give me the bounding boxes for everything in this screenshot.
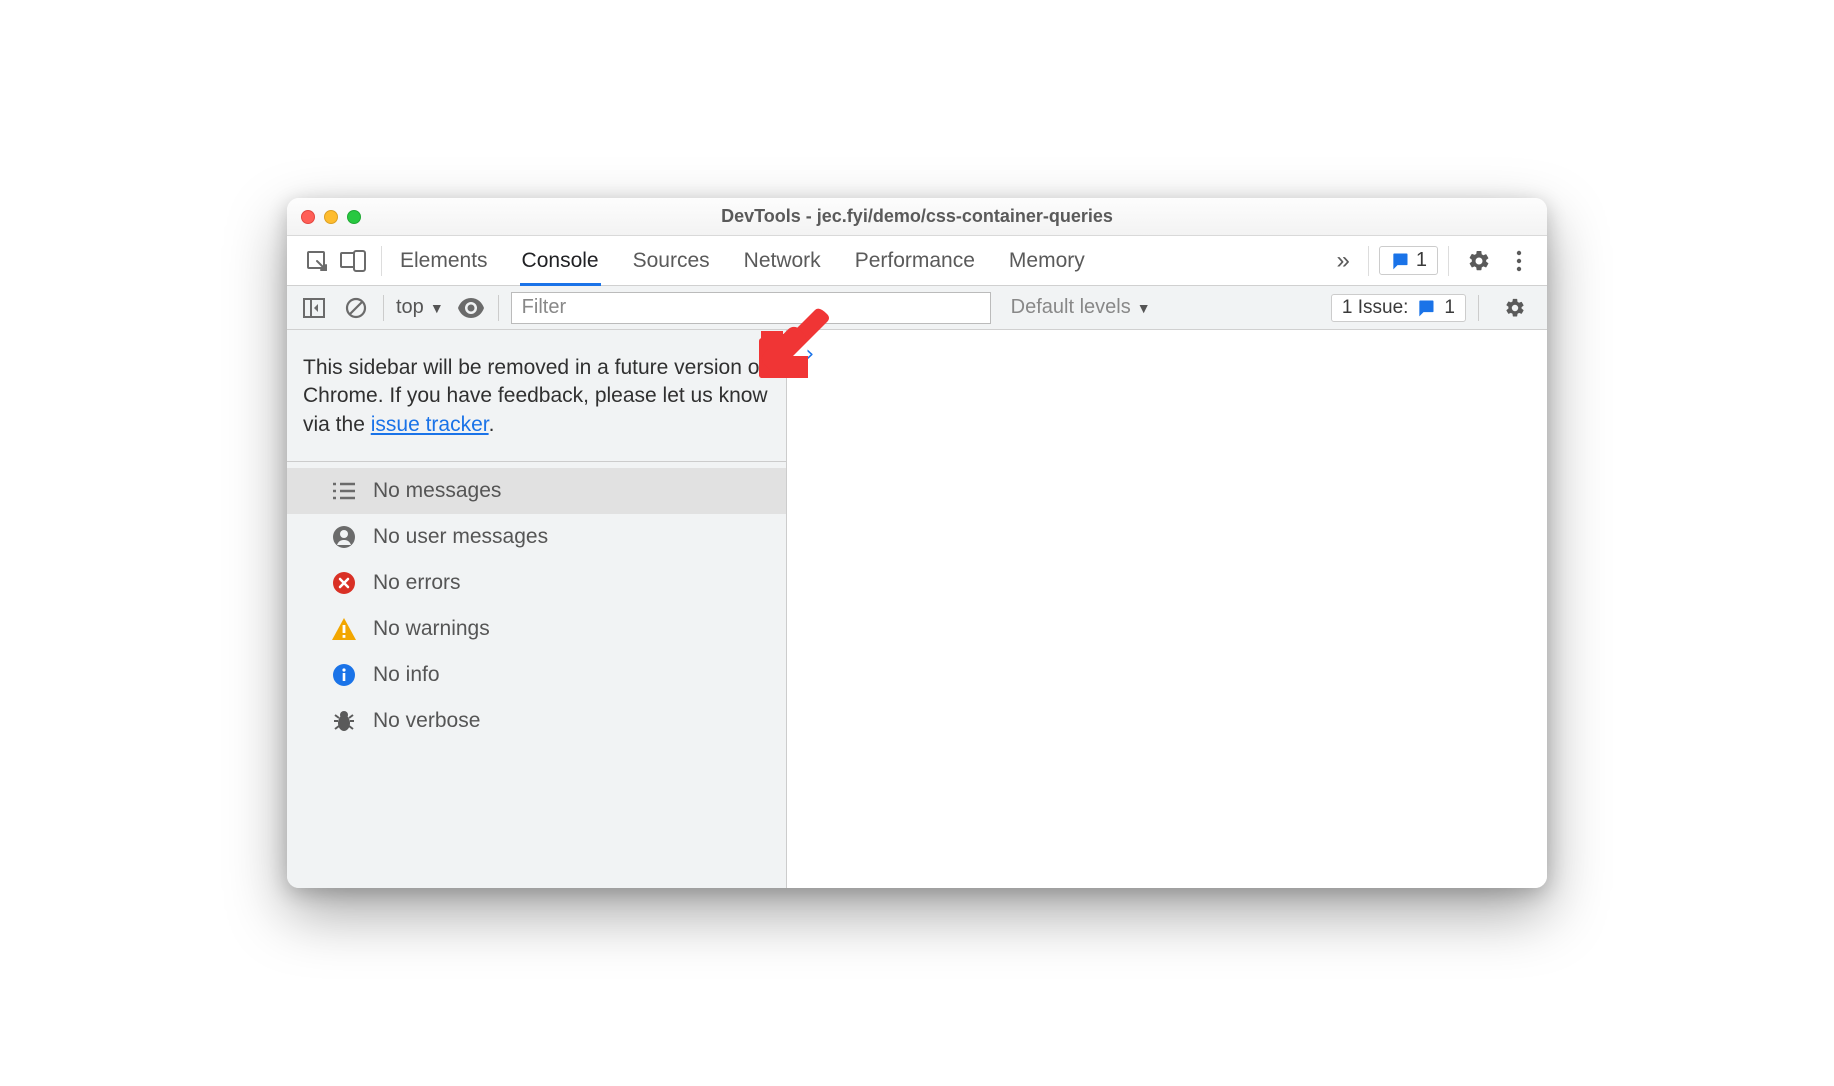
tab-sources[interactable]: Sources	[633, 236, 710, 285]
deprecation-tail: .	[489, 413, 495, 436]
tab-label: Console	[522, 249, 599, 273]
tabs-list: Elements Console Sources Network Perform…	[400, 236, 1085, 285]
error-icon	[331, 570, 357, 596]
console-prompt: ›	[803, 342, 816, 367]
sidebar-toggle-icon	[303, 298, 325, 318]
separator	[1448, 246, 1449, 276]
console-sidebar: This sidebar will be removed in a future…	[287, 330, 787, 888]
tab-memory[interactable]: Memory	[1009, 236, 1085, 285]
filter-label: No verbose	[373, 709, 480, 733]
sidebar-filter-warnings[interactable]: No warnings	[287, 606, 786, 652]
context-label: top	[396, 296, 424, 319]
separator	[1478, 295, 1479, 321]
overflow-glyph: »	[1337, 247, 1350, 274]
tab-label: Performance	[855, 249, 975, 273]
window-title: DevTools - jec.fyi/demo/css-container-qu…	[287, 206, 1547, 227]
user-icon	[331, 524, 357, 550]
tab-label: Memory	[1009, 249, 1085, 273]
minimize-window-button[interactable]	[324, 210, 338, 224]
traffic-lights	[301, 210, 361, 224]
console-toolbar: top ▼ Default levels ▼ 1 Issue: 1	[287, 286, 1547, 330]
issues-badge[interactable]: 1 Issue: 1	[1331, 294, 1466, 322]
close-window-button[interactable]	[301, 210, 315, 224]
chevron-down-icon: ▼	[1137, 300, 1151, 316]
issue-tracker-link[interactable]: issue tracker	[371, 413, 489, 436]
filter-label: No user messages	[373, 525, 548, 549]
sidebar-filter-verbose[interactable]: No verbose	[287, 698, 786, 744]
sidebar-filter-errors[interactable]: No errors	[287, 560, 786, 606]
sidebar-filter-list: No messages No user messages No errors	[287, 462, 786, 744]
tab-label: Elements	[400, 249, 488, 273]
more-options-button[interactable]	[1499, 249, 1539, 273]
settings-button[interactable]	[1459, 249, 1499, 273]
filter-label: No messages	[373, 479, 501, 503]
tab-label: Sources	[633, 249, 710, 273]
gear-icon	[1504, 297, 1526, 319]
separator	[381, 246, 382, 276]
tab-console[interactable]: Console	[522, 236, 599, 285]
console-output[interactable]: ›	[787, 330, 1547, 888]
sidebar-filter-messages[interactable]: No messages	[287, 468, 786, 514]
message-icon	[1416, 298, 1436, 318]
filter-input[interactable]	[511, 292, 991, 324]
list-icon	[331, 478, 357, 504]
filter-label: No errors	[373, 571, 461, 595]
gear-icon	[1467, 249, 1491, 273]
message-count: 1	[1416, 249, 1427, 272]
info-icon	[331, 662, 357, 688]
levels-dropdown[interactable]: Default levels ▼	[1011, 296, 1151, 319]
device-toggle-button[interactable]	[335, 243, 371, 279]
tab-network[interactable]: Network	[744, 236, 821, 285]
context-dropdown[interactable]: top ▼	[396, 296, 444, 319]
warning-icon	[331, 616, 357, 642]
sidebar-filter-info[interactable]: No info	[287, 652, 786, 698]
sidebar-filter-user-messages[interactable]: No user messages	[287, 514, 786, 560]
titlebar: DevTools - jec.fyi/demo/css-container-qu…	[287, 198, 1547, 236]
toggle-sidebar-button[interactable]	[299, 293, 329, 323]
clear-icon	[345, 297, 367, 319]
levels-label: Default levels	[1011, 296, 1131, 319]
content-area: This sidebar will be removed in a future…	[287, 330, 1547, 888]
bug-icon	[331, 708, 357, 734]
messages-badge[interactable]: 1	[1379, 246, 1438, 275]
tab-label: Network	[744, 249, 821, 273]
separator	[1368, 246, 1369, 276]
eye-icon	[458, 298, 484, 318]
separator	[498, 295, 499, 321]
filter-label: No info	[373, 663, 440, 687]
chevron-down-icon: ▼	[430, 300, 444, 316]
tab-elements[interactable]: Elements	[400, 236, 488, 285]
issues-label: 1 Issue:	[1342, 297, 1409, 319]
sidebar-deprecation-notice: This sidebar will be removed in a future…	[287, 330, 786, 462]
live-expression-button[interactable]	[456, 293, 486, 323]
main-tabbar: Elements Console Sources Network Perform…	[287, 236, 1547, 286]
separator	[383, 295, 384, 321]
tab-performance[interactable]: Performance	[855, 236, 975, 285]
clear-console-button[interactable]	[341, 293, 371, 323]
device-icon	[340, 250, 366, 272]
maximize-window-button[interactable]	[347, 210, 361, 224]
issues-count: 1	[1444, 297, 1455, 319]
inspect-element-button[interactable]	[299, 243, 335, 279]
inspect-icon	[305, 249, 329, 273]
console-settings-button[interactable]	[1495, 297, 1535, 319]
more-tabs-button[interactable]: »	[1329, 247, 1358, 275]
filter-label: No warnings	[373, 617, 490, 641]
kebab-icon	[1516, 249, 1522, 273]
devtools-window: DevTools - jec.fyi/demo/css-container-qu…	[287, 198, 1547, 888]
message-icon	[1390, 251, 1410, 271]
